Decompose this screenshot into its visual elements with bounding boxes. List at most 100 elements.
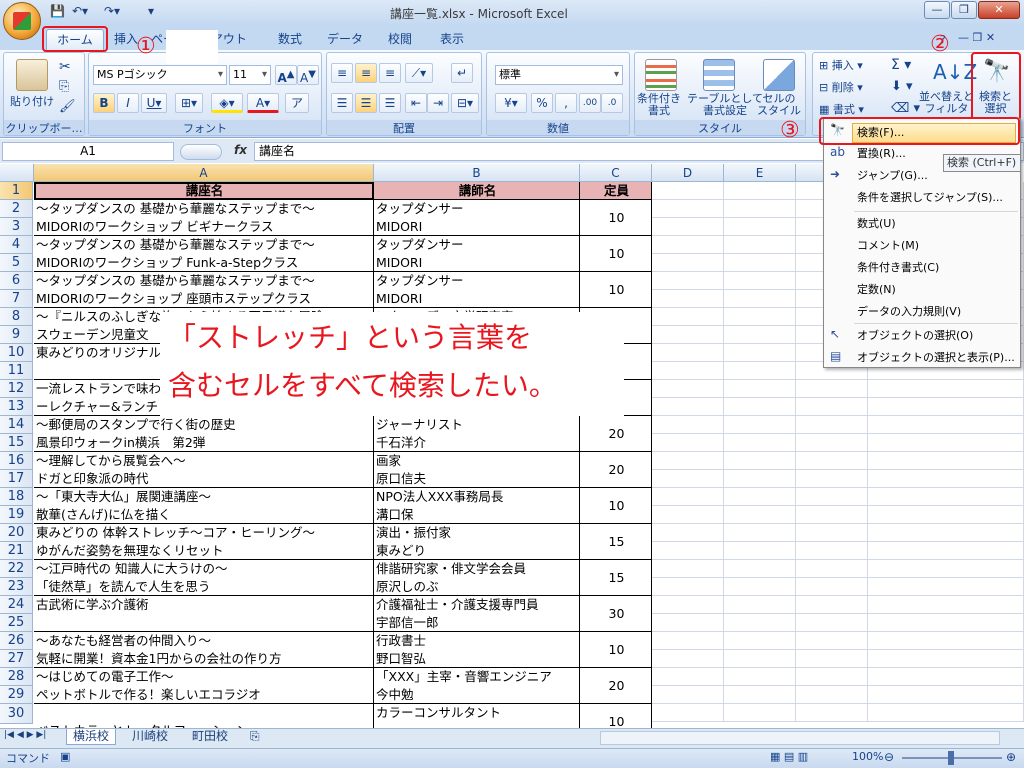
format-cells-button[interactable]: ▦ 書式 ▾ xyxy=(819,101,864,117)
empty-cell[interactable] xyxy=(724,398,796,416)
decrease-indent-icon[interactable]: ⇤ xyxy=(405,93,427,113)
cell-course-line2[interactable]: 「徒然草」を読んで人生を思う xyxy=(34,578,374,596)
empty-cell[interactable] xyxy=(868,524,1024,542)
empty-cell[interactable] xyxy=(652,326,724,344)
menu-item[interactable]: ジャンプ(G)... xyxy=(857,167,928,183)
cell-course-line2[interactable]: MIDORIのワークショップ ビギナークラス xyxy=(34,218,374,236)
cell-capacity[interactable]: 20 xyxy=(580,452,652,488)
shrink-font-icon[interactable]: A▼ xyxy=(297,65,319,85)
cell-course-line1[interactable]: 東みどりの 体幹ストレッチ～コア・ヒーリング～ xyxy=(34,524,374,542)
cell-instructor-title[interactable]: 演出・振付家 xyxy=(374,524,580,542)
empty-cell[interactable] xyxy=(652,416,724,434)
fill-icon[interactable]: ⬇ ▾ xyxy=(891,79,913,94)
column-header-b[interactable]: B xyxy=(374,164,580,182)
column-header-e[interactable]: E xyxy=(724,164,796,182)
insert-sheet-icon[interactable]: ⎘ xyxy=(244,729,266,745)
sheet-tab-yokohama[interactable]: 横浜校 xyxy=(66,729,117,745)
cell-course-line2[interactable]: 風景印ウォークin横浜 第2弾 xyxy=(34,434,374,452)
empty-cell[interactable] xyxy=(724,470,796,488)
cell-capacity[interactable]: 10 xyxy=(580,272,652,308)
empty-cell[interactable] xyxy=(724,542,796,560)
empty-cell[interactable] xyxy=(652,632,724,650)
empty-cell[interactable] xyxy=(796,470,868,488)
empty-cell[interactable] xyxy=(724,704,796,722)
empty-cell[interactable] xyxy=(652,614,724,632)
cell-course-line1[interactable]: ～はじめての電子工作～ xyxy=(34,668,374,686)
empty-cell[interactable] xyxy=(868,488,1024,506)
cell-course-line1[interactable] xyxy=(34,704,374,722)
font-color-icon[interactable]: A▾ xyxy=(247,93,279,113)
column-header-c[interactable]: C xyxy=(580,164,652,182)
row-header[interactable]: 29 xyxy=(0,686,33,704)
row-header[interactable]: 21 xyxy=(0,542,33,560)
undo-icon[interactable]: ↶▾ xyxy=(72,4,88,18)
delete-cells-button[interactable]: ⊟ 削除 ▾ xyxy=(819,79,863,95)
empty-cell[interactable] xyxy=(868,416,1024,434)
cell-instructor-name[interactable]: MIDORI xyxy=(374,254,580,272)
cell-course-line1[interactable]: ～「東大寺大仏」展関連講座～ xyxy=(34,488,374,506)
cell-course-line2[interactable]: 気軽に開業！資本金1円からの会社の作り方 xyxy=(34,650,374,668)
empty-cell[interactable] xyxy=(724,506,796,524)
fill-color-icon[interactable]: ◈▾ xyxy=(211,93,243,113)
conditional-format-button[interactable]: 条件付き 書式 xyxy=(637,93,681,117)
increase-decimal-icon[interactable]: .00 xyxy=(579,93,601,113)
empty-cell[interactable] xyxy=(652,578,724,596)
sort-filter-button[interactable]: 並べ替えと フィルタ xyxy=(919,91,974,115)
row-header[interactable]: 26 xyxy=(0,632,33,650)
row-header[interactable]: 12 xyxy=(0,380,33,398)
cell-capacity[interactable]: 10 xyxy=(580,632,652,668)
empty-cell[interactable] xyxy=(796,506,868,524)
row-header[interactable]: 6 xyxy=(0,272,33,290)
row-header[interactable]: 19 xyxy=(0,506,33,524)
empty-cell[interactable] xyxy=(868,542,1024,560)
menu-item[interactable]: 条件を選択してジャンプ(S)... xyxy=(857,189,1003,205)
tab-view[interactable]: 表示 xyxy=(430,29,474,50)
align-bottom-icon[interactable]: ≡ xyxy=(379,63,401,83)
comma-style-icon[interactable]: , xyxy=(555,93,577,113)
empty-cell[interactable] xyxy=(724,578,796,596)
minimize-button[interactable]: — xyxy=(924,1,950,19)
binoculars-icon[interactable]: 🔭 xyxy=(981,57,1013,89)
cell-course-line1[interactable]: ～あなたも経営者の仲間入り～ xyxy=(34,632,374,650)
empty-cell[interactable] xyxy=(796,686,868,704)
empty-cell[interactable] xyxy=(796,416,868,434)
cell-course-line1[interactable]: ～江戸時代の 知識人に大うけの～ xyxy=(34,560,374,578)
align-center-icon[interactable]: ☰ xyxy=(355,93,377,113)
tab-data[interactable]: データ xyxy=(320,29,370,50)
percent-icon[interactable]: % xyxy=(531,93,553,113)
row-header[interactable]: 27 xyxy=(0,650,33,668)
format-painter-icon[interactable]: 🖌 xyxy=(59,99,76,114)
empty-cell[interactable] xyxy=(868,560,1024,578)
empty-cell[interactable] xyxy=(868,704,1024,722)
table-format-button[interactable]: テーブルとして 書式設定 xyxy=(687,93,763,117)
empty-cell[interactable] xyxy=(868,614,1024,632)
row-header[interactable]: 9 xyxy=(0,326,33,344)
cell-instructor-title[interactable]: タップダンサー xyxy=(374,200,580,218)
horizontal-scrollbar[interactable] xyxy=(600,731,1000,745)
align-right-icon[interactable]: ☰ xyxy=(379,93,401,113)
wrap-text-icon[interactable]: ↵ xyxy=(451,63,473,83)
cell-instructor-title[interactable]: 「XXX」主宰・音響エンジニア xyxy=(374,668,580,686)
cell-instructor-title[interactable]: タップダンサー xyxy=(374,236,580,254)
empty-cell[interactable] xyxy=(724,326,796,344)
empty-cell[interactable] xyxy=(868,398,1024,416)
cell-instructor-title[interactable]: 俳諧研究家・俳文学会会員 xyxy=(374,560,580,578)
empty-cell[interactable] xyxy=(652,524,724,542)
empty-cell[interactable] xyxy=(724,200,796,218)
cell-capacity[interactable]: 10 xyxy=(580,488,652,524)
sheet-tab-kawasaki[interactable]: 川崎校 xyxy=(126,729,174,745)
cell-instructor-name[interactable]: 野口智弘 xyxy=(374,650,580,668)
empty-cell[interactable] xyxy=(796,650,868,668)
header-cell-c[interactable]: 定員 xyxy=(580,182,652,200)
borders-icon[interactable]: ⊞▾ xyxy=(175,93,203,113)
empty-cell[interactable] xyxy=(652,434,724,452)
empty-cell[interactable] xyxy=(796,452,868,470)
cell-course-line2[interactable]: ペットボトルで作る！楽しいエコラジオ xyxy=(34,686,374,704)
cell-instructor-name[interactable]: 宇部信一郎 xyxy=(374,614,580,632)
cell-instructor-name[interactable]: 原口信夫 xyxy=(374,470,580,488)
empty-cell[interactable] xyxy=(652,668,724,686)
clear-icon[interactable]: ⌫ ▾ xyxy=(891,101,920,116)
save-icon[interactable]: 💾 xyxy=(50,4,65,18)
cell-course-line1[interactable]: ～タップダンスの 基礎から華麗なステップまで～ xyxy=(34,200,374,218)
cell-instructor-name[interactable]: 東みどり xyxy=(374,542,580,560)
